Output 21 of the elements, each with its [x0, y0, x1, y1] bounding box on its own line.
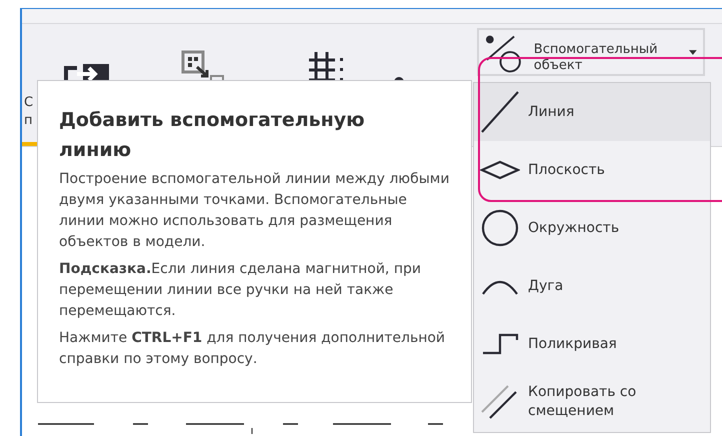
step-line-icon	[480, 332, 520, 356]
menu-item[interactable]: Поликривая	[474, 315, 710, 373]
line-icon	[480, 90, 520, 134]
menu-item[interactable]: Плоскость	[474, 141, 710, 199]
ribbon-label: п	[24, 112, 34, 130]
ribbon-label: С	[24, 94, 34, 112]
tooltip-text: Подсказка.Если линия сделана магнитной, при перемещении линии все ручки на ней также перемещаются.	[59, 260, 422, 321]
menu-item[interactable]: Окружность	[474, 199, 710, 257]
tooltip-text: Нажмите CTRL+F1 для получения дополнительной справки по этому вопросу.	[59, 329, 446, 369]
active-indicator	[22, 142, 38, 146]
circle-icon	[480, 208, 520, 248]
auxiliary-object-dropdown[interactable]: Вспомогательный объект	[477, 28, 705, 76]
menu-item[interactable]: Дуга	[474, 257, 710, 315]
diamond-icon	[480, 160, 520, 180]
point-line-circle-icon	[485, 34, 524, 74]
tooltip-title: Добавить вспомогательную линию	[59, 108, 366, 163]
menu-item[interactable]: Копировать со смещением	[474, 373, 710, 431]
parallel-lines-icon	[480, 384, 520, 420]
tooltip-text: Построение вспомогательной линии между любыми двумя указанными точками. Вспомогательные линии можно использовать для размещения объектов в модели.	[59, 170, 450, 252]
menu-item[interactable]: Линия	[474, 83, 710, 141]
caret-icon	[689, 50, 697, 55]
